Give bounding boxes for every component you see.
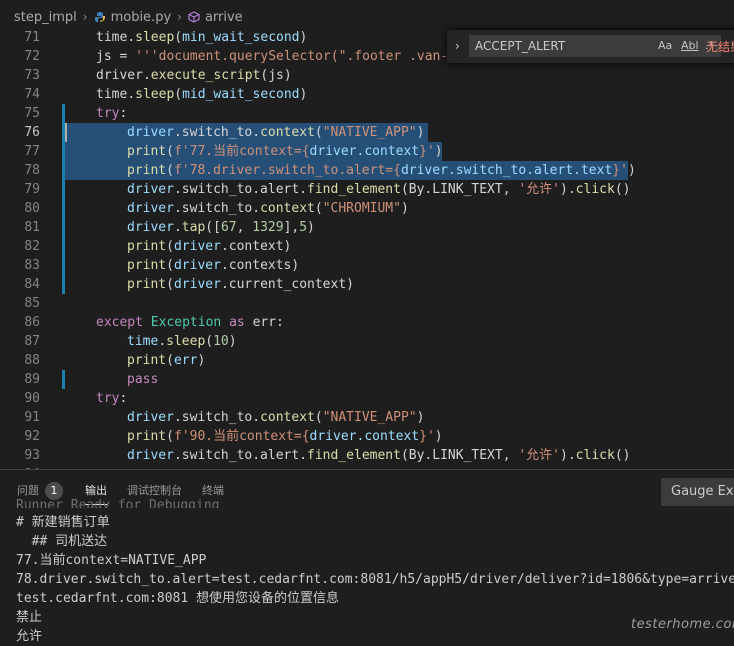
line-number: 84 xyxy=(24,277,40,292)
line-number: 90 xyxy=(24,391,40,406)
line-number: 89 xyxy=(24,372,40,387)
line-number: 79 xyxy=(24,182,40,197)
git-modified-marker xyxy=(62,256,65,275)
code-line[interactable]: 83 print(driver.contexts) xyxy=(0,256,734,275)
line-number: 75 xyxy=(24,106,40,121)
line-number: 82 xyxy=(24,239,40,254)
output-line: test.cedarfnt.com:8081 想使用您设备的位置信息 xyxy=(16,591,340,606)
code-line[interactable]: 89 pass xyxy=(0,370,734,389)
bottom-panel: 问题1 输出 调试控制台 终端 Gauge Exe Runner Ready f… xyxy=(0,469,734,644)
line-number: 74 xyxy=(24,87,40,102)
line-number: 91 xyxy=(24,410,40,425)
method-cube-icon xyxy=(188,11,200,23)
output-line: Runner Ready for Debugging xyxy=(16,498,220,508)
code-line[interactable]: 79 driver.switch_to.alert.find_element(By… xyxy=(0,180,734,199)
git-modified-marker xyxy=(62,275,65,294)
output-line: 78.driver.switch_to.alert=test.cedarfnt.… xyxy=(16,572,734,587)
line-number: 93 xyxy=(24,448,40,463)
code-line[interactable]: 91 driver.switch_to.context("NATIVE_APP") xyxy=(0,408,734,427)
find-widget: › ACCEPT_ALERT Aa Abl .* 无结果 xyxy=(447,30,734,63)
output-line: # 新建销售订单 xyxy=(16,515,110,530)
git-modified-marker xyxy=(62,180,65,199)
code-line[interactable]: 90 try: xyxy=(0,389,734,408)
output-line: ## 司机送达 xyxy=(16,534,108,549)
code-editor[interactable]: 71 time.sleep(min_wait_second) 72 js = '''… xyxy=(0,28,734,469)
line-number: 87 xyxy=(24,334,40,349)
code-line[interactable]: 88 print(err) xyxy=(0,351,734,370)
line-number: 72 xyxy=(24,49,40,64)
line-number: 92 xyxy=(24,429,40,444)
line-number: 88 xyxy=(24,353,40,368)
code-line[interactable]: 73 driver.execute_script(js) xyxy=(0,66,734,85)
code-line[interactable]: 80 driver.switch_to.context("CHROMIUM") xyxy=(0,199,734,218)
code-line[interactable]: 77 print(f'77.当前context={driver.context}'… xyxy=(0,142,734,161)
code-line[interactable]: 92 print(f'90.当前context={driver.context}'… xyxy=(0,427,734,446)
whole-word-icon[interactable]: Abl xyxy=(681,38,699,54)
code-line[interactable]: 93 driver.switch_to.alert.find_element(By… xyxy=(0,446,734,465)
watermark: testerhome.com xyxy=(631,617,734,632)
git-modified-marker xyxy=(62,237,65,256)
code-line[interactable]: 75 try: xyxy=(0,104,734,123)
line-number: 80 xyxy=(24,201,40,216)
chevron-right-icon[interactable]: › xyxy=(455,39,460,53)
chevron-right-icon: › xyxy=(82,10,88,24)
breadcrumb-file[interactable]: mobie.py xyxy=(111,10,172,25)
text-cursor xyxy=(65,123,67,142)
chevron-right-icon: › xyxy=(177,10,182,24)
output-channel-select[interactable]: Gauge Exe xyxy=(661,478,734,506)
code-line[interactable]: 85 xyxy=(0,294,734,313)
line-number: 81 xyxy=(24,220,40,235)
git-modified-marker xyxy=(62,218,65,237)
line-number: 85 xyxy=(24,296,40,311)
code-line[interactable]: 78 print(f'78.driver.switch_to.alert={dri… xyxy=(0,161,734,180)
line-number: 73 xyxy=(24,68,40,83)
find-input-value: ACCEPT_ALERT xyxy=(475,39,566,53)
line-number: 86 xyxy=(24,315,40,330)
output-line: 77.当前context=NATIVE_APP xyxy=(16,553,207,568)
breadcrumb-symbol[interactable]: arrive xyxy=(205,10,243,25)
find-result-count: 无结果 xyxy=(706,40,734,54)
line-number: 78 xyxy=(24,163,40,178)
code-line[interactable]: 82 print(driver.context) xyxy=(0,237,734,256)
line-number: 71 xyxy=(24,30,40,45)
line-number: 76 xyxy=(24,125,40,140)
code-line[interactable]: 76 driver.switch_to.context("NATIVE_APP") xyxy=(0,123,734,142)
match-case-icon[interactable]: Aa xyxy=(658,38,672,54)
output-line: 禁止 xyxy=(16,610,43,625)
find-input[interactable]: ACCEPT_ALERT Aa Abl .* xyxy=(469,35,721,57)
code-line[interactable]: 81 driver.tap([67, 1329],5) xyxy=(0,218,734,237)
breadcrumb-folder[interactable]: step_impl xyxy=(14,10,77,25)
code-line[interactable]: 84 print(driver.current_context) xyxy=(0,275,734,294)
line-number: 77 xyxy=(24,144,40,159)
git-modified-marker xyxy=(62,199,65,218)
git-modified-marker xyxy=(62,104,65,123)
git-modified-marker xyxy=(62,370,65,389)
line-number: 83 xyxy=(24,258,40,273)
code-line[interactable]: 87 time.sleep(10) xyxy=(0,332,734,351)
python-file-icon xyxy=(94,12,105,22)
output-line: 允许 xyxy=(16,629,43,644)
code-line[interactable]: 86 except Exception as err: xyxy=(0,313,734,332)
code-line[interactable]: 74 time.sleep(mid_wait_second) xyxy=(0,85,734,104)
